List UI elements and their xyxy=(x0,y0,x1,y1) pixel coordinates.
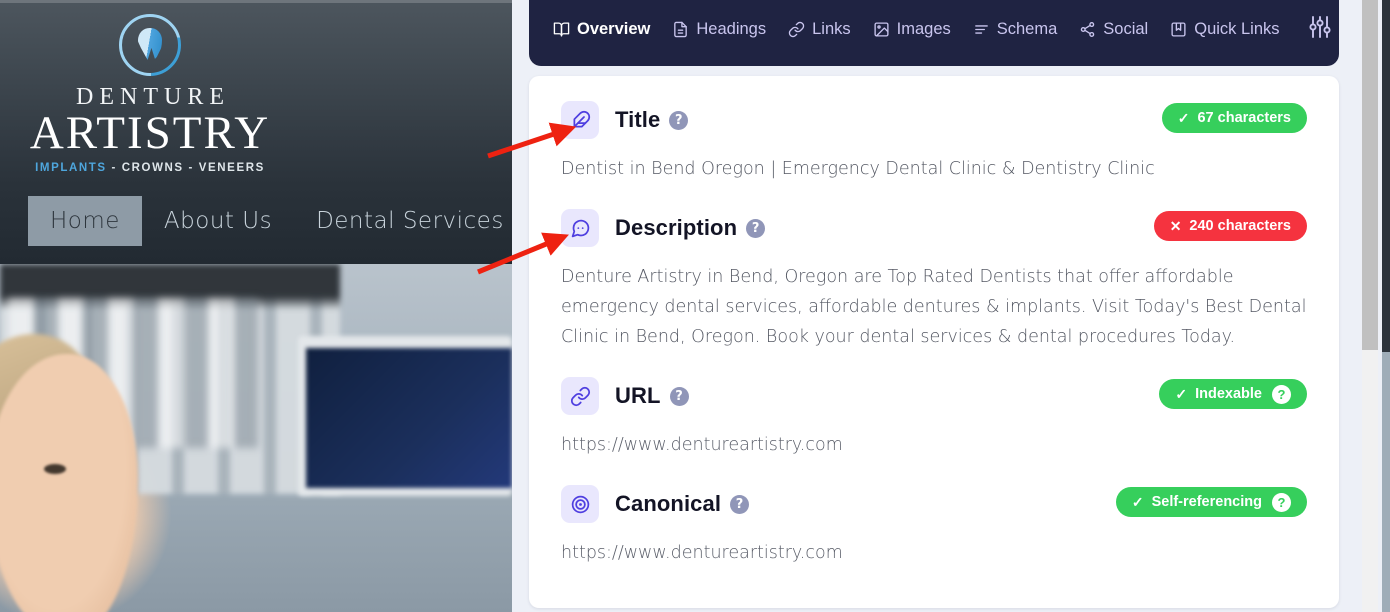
brand-tagline-part1: IMPLANTS xyxy=(35,162,107,175)
section-url-label: URL xyxy=(615,383,661,409)
background-window-edge-top xyxy=(1382,0,1390,352)
tool-tab-list: Overview Headings Links Images Schema Social Q… xyxy=(547,13,1331,46)
brand-name-line2: ARTISTRY xyxy=(29,107,271,159)
link-icon xyxy=(788,21,805,38)
section-url-value[interactable]: https://www.dentureartistry.com xyxy=(561,430,1307,460)
site-nav-item-about-us[interactable]: About Us xyxy=(142,196,294,246)
status-badge-label: Self-referencing xyxy=(1151,494,1262,511)
brand-tagline-sep: - xyxy=(106,162,122,175)
tool-tab-label: Links xyxy=(812,20,851,38)
brand-tagline: IMPLANTS - CROWNS - VENEERS xyxy=(0,162,300,174)
patient-eye xyxy=(44,464,66,474)
status-badge-label: 67 characters xyxy=(1197,110,1291,126)
share-icon xyxy=(1079,21,1096,38)
site-header: DENTURE ARTISTRY IMPLANTS - CROWNS - VEN… xyxy=(0,0,512,264)
site-nav-item-home[interactable]: Home xyxy=(28,196,142,246)
chain-link-icon xyxy=(561,377,599,416)
cross-icon: ✕ xyxy=(1169,217,1182,234)
tool-tab-bar: Overview Headings Links Images Schema Social Q… xyxy=(529,0,1339,66)
section-description-value: Denture Artistry in Bend, Oregon are Top… xyxy=(561,267,1307,348)
section-description: Description ? ✕ 240 characters Denture A… xyxy=(561,208,1307,352)
section-title-label: Title xyxy=(615,107,661,132)
feather-icon xyxy=(561,101,599,139)
section-description-label: Description xyxy=(615,215,738,241)
section-description-header: Description ? ✕ 240 characters xyxy=(561,208,1307,248)
tool-tab-quick-links[interactable]: Quick Links xyxy=(1164,18,1285,41)
section-url: URL ? ✓ Indexable ? https://www.denturea… xyxy=(561,376,1307,460)
patient-face xyxy=(0,354,138,612)
overview-card: Title ? ✓ 67 characters Dentist in Bend … xyxy=(529,76,1339,608)
list-icon xyxy=(973,21,990,38)
section-title-header: Title ? ✓ 67 characters xyxy=(561,100,1307,140)
target-bullseye-icon xyxy=(561,485,599,524)
monitor-screen xyxy=(306,348,512,488)
background-window-edge-bottom xyxy=(1382,352,1390,612)
tool-tab-schema[interactable]: Schema xyxy=(967,18,1064,41)
help-icon[interactable]: ? xyxy=(669,110,689,130)
status-badge-canonical[interactable]: ✓ Self-referencing ? xyxy=(1115,487,1307,518)
website-preview-pane: DENTURE ARTISTRY IMPLANTS - CROWNS - VEN… xyxy=(0,0,512,612)
sliders-icon[interactable] xyxy=(1306,13,1334,46)
status-badge-url[interactable]: ✓ Indexable ? xyxy=(1159,379,1307,410)
tool-tab-social[interactable]: Social xyxy=(1073,18,1154,41)
site-main-nav: Home About Us Dental Services xyxy=(28,196,512,246)
inner-vertical-scrollbar-thumb[interactable] xyxy=(1362,0,1378,350)
tool-tab-label: Overview xyxy=(577,20,651,38)
document-icon xyxy=(672,21,689,38)
check-icon: ✓ xyxy=(1175,385,1188,402)
tool-tab-images[interactable]: Images xyxy=(867,18,957,41)
status-badge-description[interactable]: ✕ 240 characters xyxy=(1153,211,1307,242)
help-icon[interactable]: ? xyxy=(746,218,766,238)
section-canonical-label: Canonical xyxy=(615,491,722,517)
site-logo[interactable]: DENTURE ARTISTRY IMPLANTS - CROWNS - VEN… xyxy=(0,14,300,174)
tool-tab-label: Schema xyxy=(996,20,1058,38)
status-badge-label: Indexable xyxy=(1195,386,1262,403)
image-icon xyxy=(873,21,890,38)
tool-tab-label: Images xyxy=(896,20,951,38)
tool-tab-label: Headings xyxy=(696,20,767,38)
section-canonical-value[interactable]: https://www.dentureartistry.com xyxy=(561,538,1307,568)
section-canonical: Canonical ? ✓ Self-referencing ? https:/… xyxy=(561,484,1307,568)
help-icon[interactable]: ? xyxy=(730,494,750,514)
tool-tab-headings[interactable]: Headings xyxy=(666,18,772,41)
message-bubble-icon xyxy=(561,209,599,248)
status-badge-title[interactable]: ✓ 67 characters xyxy=(1161,103,1307,133)
book-open-icon xyxy=(553,21,570,38)
check-icon: ✓ xyxy=(1177,109,1190,126)
badge-help-icon[interactable]: ? xyxy=(1272,492,1291,512)
help-icon[interactable]: ? xyxy=(669,386,689,406)
seo-inspector-panel: Overview Headings Links Images Schema Social Q… xyxy=(512,0,1367,612)
screen: DENTURE ARTISTRY IMPLANTS - CROWNS - VEN… xyxy=(0,0,1390,612)
section-title-value: Dentist in Bend Oregon | Emergency Denta… xyxy=(561,159,1155,179)
tooth-in-circle-icon xyxy=(119,14,181,76)
status-badge-label: 240 characters xyxy=(1189,218,1291,235)
site-hero-image xyxy=(0,264,512,612)
section-canonical-header: Canonical ? ✓ Self-referencing ? xyxy=(561,484,1307,524)
check-icon: ✓ xyxy=(1131,493,1144,510)
section-url-header: URL ? ✓ Indexable ? xyxy=(561,376,1307,416)
tool-tab-overview[interactable]: Overview xyxy=(547,18,656,41)
tool-tab-label: Social xyxy=(1103,20,1149,38)
site-nav-item-dental-services[interactable]: Dental Services xyxy=(294,196,512,246)
tool-tab-label: Quick Links xyxy=(1194,20,1280,38)
badge-help-icon[interactable]: ? xyxy=(1272,384,1291,404)
tool-tab-links[interactable]: Links xyxy=(782,18,857,41)
bookmark-icon xyxy=(1170,21,1187,38)
brand-tagline-part2: CROWNS - VENEERS xyxy=(121,162,265,175)
section-title: Title ? ✓ 67 characters Dentist in Bend … xyxy=(561,100,1307,184)
